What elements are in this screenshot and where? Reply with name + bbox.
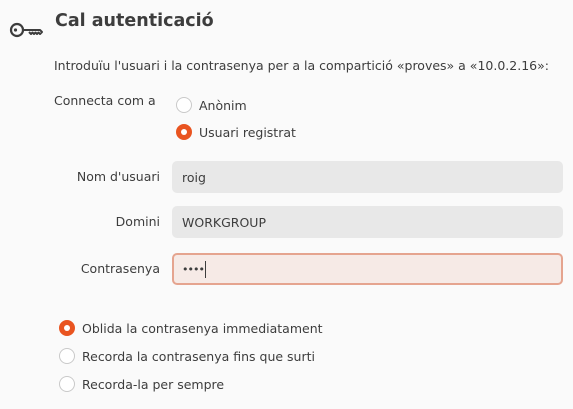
radio-remember-forever-indicator bbox=[59, 376, 75, 392]
radio-registered-user[interactable]: Usuari registrat bbox=[176, 124, 296, 140]
authentication-dialog: Cal autenticació Introduïu l'usuari i la… bbox=[0, 0, 573, 409]
key-icon bbox=[9, 22, 43, 38]
radio-remember-forever-label: Recorda-la per sempre bbox=[82, 376, 225, 392]
radio-remember-until-logout-indicator bbox=[59, 348, 75, 364]
text-cursor bbox=[204, 260, 206, 278]
password-field[interactable]: •••• bbox=[172, 253, 563, 285]
radio-forget-immediately[interactable]: Oblida la contrasenya immediatament bbox=[59, 320, 323, 336]
username-field[interactable]: roig bbox=[172, 161, 563, 193]
radio-remember-forever[interactable]: Recorda-la per sempre bbox=[59, 376, 224, 392]
password-label: Contrasenya bbox=[80, 261, 160, 276]
prompt-message: Introduïu l'usuari i la contrasenya per … bbox=[54, 58, 549, 73]
domain-value: WORKGROUP bbox=[182, 214, 266, 230]
radio-remember-until-logout-label: Recorda la contrasenya fins que surti bbox=[82, 348, 315, 364]
connect-as-label: Connecta com a bbox=[54, 93, 156, 108]
radio-anonymous-indicator bbox=[176, 97, 192, 113]
radio-anonymous-label: Anònim bbox=[199, 97, 247, 113]
username-value: roig bbox=[182, 169, 206, 185]
radio-remember-until-logout[interactable]: Recorda la contrasenya fins que surti bbox=[59, 348, 315, 364]
domain-label: Domini bbox=[115, 214, 160, 229]
radio-forget-immediately-indicator bbox=[59, 320, 75, 336]
radio-anonymous[interactable]: Anònim bbox=[176, 97, 247, 113]
username-label: Nom d'usuari bbox=[76, 169, 160, 184]
password-value: •••• bbox=[182, 262, 205, 276]
domain-field[interactable]: WORKGROUP bbox=[172, 206, 563, 238]
dialog-title: Cal autenticació bbox=[55, 11, 214, 31]
radio-registered-user-indicator bbox=[176, 124, 192, 140]
radio-forget-immediately-label: Oblida la contrasenya immediatament bbox=[82, 320, 323, 336]
radio-registered-user-label: Usuari registrat bbox=[199, 124, 296, 140]
